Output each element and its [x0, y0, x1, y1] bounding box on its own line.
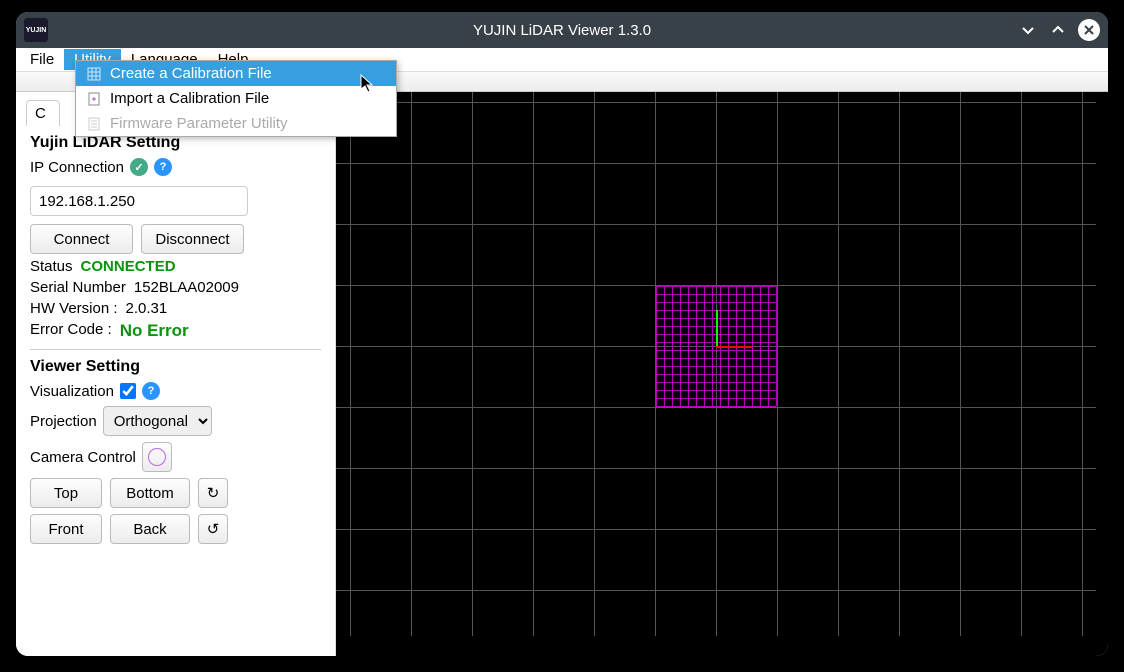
camera-control-label: Camera Control [30, 449, 136, 466]
projection-label: Projection [30, 413, 97, 430]
maximize-button[interactable] [1048, 20, 1068, 40]
hw-version-label: HW Version : [30, 300, 118, 317]
rotate-icon [148, 448, 166, 466]
utility-dropdown: Create a Calibration File Import a Calib… [75, 60, 397, 137]
help-icon[interactable]: ? [154, 158, 172, 176]
menu-firmware-utility: Firmware Parameter Utility [76, 111, 396, 136]
visualization-label: Visualization [30, 383, 114, 400]
ip-input[interactable] [30, 186, 248, 216]
camera-front-button[interactable]: Front [30, 514, 102, 544]
status-value: CONNECTED [81, 258, 176, 275]
projection-select[interactable]: Orthogonal [103, 406, 212, 436]
error-code-value: No Error [120, 321, 189, 341]
3d-viewport[interactable] [336, 92, 1108, 656]
error-code-label: Error Code : [30, 321, 112, 341]
rotate-ccw-button[interactable]: ↺ [198, 514, 228, 544]
camera-back-button[interactable]: Back [110, 514, 190, 544]
help-icon[interactable]: ? [142, 382, 160, 400]
minimize-button[interactable] [1018, 20, 1038, 40]
app-logo: YUJIN [24, 18, 48, 42]
camera-bottom-button[interactable]: Bottom [110, 478, 190, 508]
grid-icon [86, 66, 102, 82]
disconnect-button[interactable]: Disconnect [141, 224, 244, 254]
window-title: YUJIN LiDAR Viewer 1.3.0 [473, 22, 651, 39]
grid-layer [336, 92, 1108, 656]
camera-top-button[interactable]: Top [30, 478, 102, 508]
rotate-ccw-icon: ↺ [207, 520, 220, 538]
menu-file[interactable]: File [20, 49, 64, 70]
x-axis-indicator [716, 346, 752, 348]
document-icon [86, 116, 102, 132]
serial-label: Serial Number [30, 279, 126, 296]
divider [30, 349, 321, 350]
y-axis-indicator [716, 310, 718, 346]
viewer-setting-title: Viewer Setting [30, 358, 321, 376]
close-button[interactable] [1078, 19, 1100, 41]
sidebar: C Yujin LiDAR Setting IP Connection ✓ ? … [16, 92, 336, 656]
ip-connection-label: IP Connection [30, 159, 124, 176]
sidebar-tab[interactable]: C [26, 100, 60, 126]
titlebar: YUJIN YUJIN LiDAR Viewer 1.3.0 [16, 12, 1108, 48]
visualization-checkbox[interactable] [120, 383, 136, 399]
rotate-cw-icon: ↻ [207, 484, 220, 502]
hw-version-value: 2.0.31 [126, 300, 168, 317]
camera-reset-button[interactable] [142, 442, 172, 472]
rotate-cw-button[interactable]: ↻ [198, 478, 228, 508]
connect-button[interactable]: Connect [30, 224, 133, 254]
status-label: Status [30, 258, 73, 275]
content: C Yujin LiDAR Setting IP Connection ✓ ? … [16, 92, 1108, 656]
connection-status-icon: ✓ [130, 158, 148, 176]
import-file-icon [86, 91, 102, 107]
serial-value: 152BLAA02009 [134, 279, 239, 296]
menu-import-calibration[interactable]: Import a Calibration File [76, 86, 396, 111]
window-controls [1018, 19, 1100, 41]
menu-create-calibration[interactable]: Create a Calibration File [76, 61, 396, 86]
